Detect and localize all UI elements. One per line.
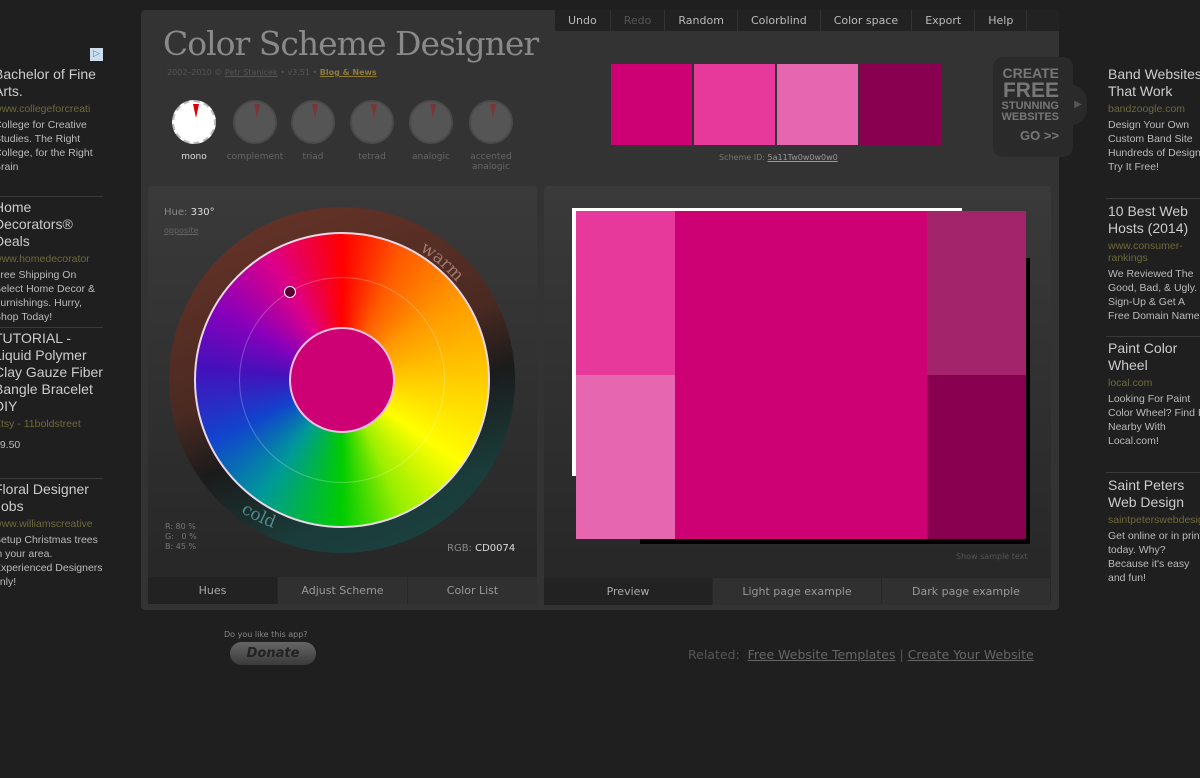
menu-undo[interactable]: Undo: [555, 10, 611, 31]
adchoices-icon[interactable]: ▷: [90, 48, 103, 61]
menu-export[interactable]: Export: [912, 10, 976, 31]
preview-left-top: [576, 211, 675, 375]
menu-color-space[interactable]: Color space: [821, 10, 913, 31]
preview-right-bottom: [927, 375, 1026, 539]
free-templates-link[interactable]: Free Website Templates: [748, 647, 896, 662]
swatch-3[interactable]: [777, 64, 858, 145]
ad-left-3[interactable]: Floral Designer Jobswww.williamscreative…: [0, 481, 104, 589]
scheme-mode-icon: [233, 100, 277, 144]
menu-help[interactable]: Help: [975, 10, 1028, 31]
scheme-mode-icon: [172, 100, 216, 144]
swatch-4[interactable]: [860, 64, 941, 145]
tab-hues[interactable]: Hues: [148, 577, 277, 604]
menu-bar: Undo Redo Random Colorblind Color space Expor…: [555, 10, 1059, 31]
ad-right-2[interactable]: Paint Color Wheel local.com Looking For Pa…: [1108, 340, 1200, 448]
create-website-link[interactable]: Create Your Website: [908, 647, 1034, 662]
scheme-id: Scheme ID: 5a11Tw0w0w0w0: [719, 153, 838, 162]
swatch-2[interactable]: [694, 64, 775, 145]
mode-mono[interactable]: mono: [159, 100, 229, 162]
scheme-mode-icon: [291, 100, 335, 144]
mode-accented-analogic[interactable]: accented analogic: [456, 100, 526, 172]
tab-dark-page-example[interactable]: Dark page example: [882, 578, 1050, 605]
ad-right-0[interactable]: Band Websites That Work bandzoogle.com Des…: [1108, 66, 1200, 174]
ad-left-2[interactable]: TUTORIAL - Liquid Polymer Clay Gauze Fib…: [0, 330, 106, 452]
author-link[interactable]: Petr Stanicek: [225, 68, 278, 77]
ad-left-0[interactable]: Bachelor of Fine Arts.www.collegeforcrea…: [0, 66, 104, 174]
promo-arrow-icon[interactable]: ▶: [1069, 84, 1087, 126]
hue-handle[interactable]: [284, 286, 296, 298]
scheme-mode-icon: [350, 100, 394, 144]
base-color-circle: [289, 327, 395, 433]
ad-right-3[interactable]: Saint Peters Web Design saintpeterswebdes…: [1108, 477, 1200, 585]
menu-colorblind[interactable]: Colorblind: [738, 10, 821, 31]
ad-left-1[interactable]: Home Decorators® Dealswww.homedecoratorF…: [0, 199, 104, 324]
donate-button[interactable]: Donate: [230, 642, 316, 665]
scheme-mode-icon: [409, 100, 453, 144]
blog-link[interactable]: Blog & News: [320, 68, 377, 77]
tab-preview[interactable]: Preview: [544, 578, 712, 605]
rgb-percent: R: 80 % G: 0 % B: 45 %: [165, 522, 197, 551]
promo-banner[interactable]: CREATE FREE STUNNING WEBSITES GO >>: [993, 57, 1073, 157]
menu-redo: Redo: [611, 10, 666, 31]
app-title: Color Scheme Designer: [163, 24, 539, 63]
preview-right-top: [927, 211, 1026, 375]
rgb-readout: RGB: CD0074: [447, 543, 516, 554]
related-links: Related: Free Website Templates | Create…: [688, 647, 1034, 662]
tab-color-list[interactable]: Color List: [408, 577, 537, 604]
preview-left-bottom: [576, 375, 675, 539]
swatch-1[interactable]: [611, 64, 692, 145]
tab-adjust-scheme[interactable]: Adjust Scheme: [278, 577, 407, 604]
show-sample-text-link[interactable]: Show sample text: [956, 552, 1028, 561]
donate-question: Do you like this app?: [224, 630, 308, 639]
menu-random[interactable]: Random: [665, 10, 738, 31]
preview-center: [675, 211, 927, 539]
tab-light-page-example[interactable]: Light page example: [713, 578, 881, 605]
credits: 2002–2010 © Petr Stanicek • v3.51 • Blog…: [167, 68, 377, 77]
scheme-mode-icon: [469, 100, 513, 144]
ad-right-1[interactable]: 10 Best Web Hosts (2014) www.consumer-ran…: [1108, 203, 1200, 323]
